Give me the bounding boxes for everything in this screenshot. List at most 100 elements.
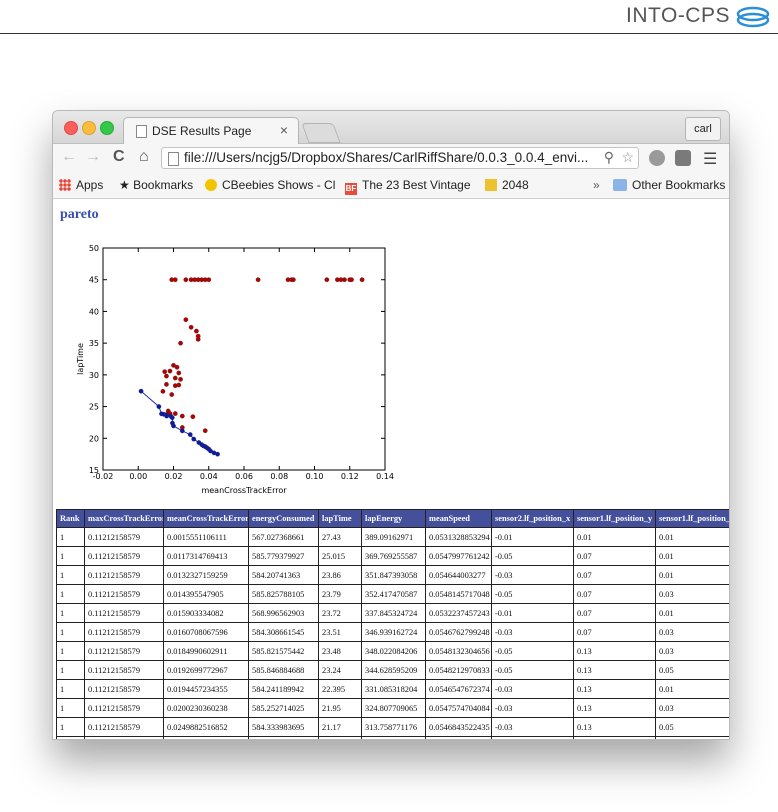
table-cell: 1 [56,584,85,604]
table-cell: 0.0533507999881 [425,736,492,739]
x-tick-label: -0.02 [93,472,114,481]
table-cell: -0.01 [491,527,574,547]
table-cell: 313.758771176 [361,717,426,737]
dominated-point [188,324,194,330]
url-text[interactable]: file:///Users/ncjg5/Dropbox/Shares/CarlR… [184,150,592,165]
minimize-window-button[interactable] [82,121,96,135]
tab-dse-results[interactable]: DSE Results Page × [123,117,299,144]
table-cell: 0.11212158579 [84,603,164,623]
column-header: meanCrossTrackError [163,509,249,528]
table-cell: 0.0531328853294 [425,527,492,547]
back-arrow-icon[interactable]: ← [61,148,77,166]
table-row: 1 0.11212158579 0.0200230360238 585.2527140… [56,698,729,718]
bookmarks-overflow-chevron[interactable]: » [593,178,600,192]
bookmark-vintage[interactable]: BF The 23 Best Vintage [345,178,471,195]
table-cell: -0.05 [491,584,574,604]
bookmark-other[interactable]: Other Bookmarks [613,178,725,192]
dominated-point [176,370,182,376]
table-row: 1 0.11212158579 0.0184990602911 585.8215754… [56,641,729,661]
bookmark-apps[interactable]: Apps [59,178,103,192]
extension-icon-2[interactable] [675,150,691,166]
table-cell: 584.20741363 [248,565,319,585]
table-cell: 0.11212158579 [84,717,164,737]
table-cell: -0.01 [491,603,574,623]
x-tick-label: 0.08 [270,472,288,481]
column-header: lapTime [318,509,362,528]
tab-title: DSE Results Page [152,124,252,138]
table-cell: 0.0192699772967 [163,660,249,680]
file-icon [168,152,179,166]
dominated-point [202,428,208,434]
y-tick-label: 45 [89,276,99,285]
dominated-point [176,382,182,388]
table-cell: 0.0547574704084 [425,698,492,718]
maximize-window-button[interactable] [100,121,114,135]
dominated-point [291,277,296,283]
bookmark-star-icon[interactable]: ☆ [621,149,634,166]
pareto-point [179,428,185,434]
table-cell: 0.0295467213909 [163,736,249,739]
table-cell: 0.13 [573,641,656,661]
zoom-magnifier-icon[interactable]: ⚲ [604,149,614,166]
table-cell: 0.01 [655,565,729,585]
table-cell: -0.03 [491,622,574,642]
table-cell: 0.0194457234355 [163,679,249,699]
page-content: pareto 15 20 25 30 35 40 45 50 -0.02 0.00 0.02 0.0… [53,199,729,739]
pareto-point [164,413,169,419]
dominated-point [194,328,199,334]
star-icon: ★ [119,178,134,192]
menu-hamburger-icon[interactable]: ☰ [703,149,717,169]
extension-icon[interactable] [649,150,665,166]
table-cell: 0.11212158579 [84,641,164,661]
table-row: 1 0.11212158579 0.015903334082 568.99656290… [56,603,729,623]
table-row: 1 0.11212158579 0.0194457234355 584.2411899… [56,679,729,699]
table-cell: 0.0547997761242 [425,546,492,566]
table-cell: 0.01 [655,603,729,623]
bookmark-cbeebies[interactable]: CBeebies Shows - Cl [205,178,335,192]
dominated-point [183,277,189,283]
table-cell: 1 [56,641,85,661]
home-icon[interactable]: ⌂ [139,148,149,166]
table-cell: 1 [56,698,85,718]
table-cell: 23.48 [318,641,362,661]
table-cell: 585.779379927 [248,546,319,566]
reload-icon[interactable]: C [113,148,125,166]
table-cell: 0.0548145717048 [425,584,492,604]
close-window-button[interactable] [64,121,78,135]
table-cell: 21.95 [318,698,362,718]
table-cell: 0.07 [573,565,656,585]
table-cell: 0.05 [655,736,729,739]
pareto-point [187,432,193,437]
table-cell: 0.11212158579 [84,565,164,585]
table-cell: 0.11212158579 [84,622,164,642]
dominated-point [172,277,178,283]
dominated-point [164,373,169,379]
bookmark-bookmarks[interactable]: ★ Bookmarks [119,178,193,192]
table-cell: -0.01 [491,736,574,739]
table-cell: 27.43 [318,527,362,547]
address-bar[interactable]: file:///Users/ncjg5/Dropbox/Shares/CarlR… [161,147,639,169]
dominated-point [195,336,201,342]
profile-button[interactable]: carl [685,117,721,141]
table-cell: 1 [56,622,85,642]
table-cell: 0.11212158579 [84,546,164,566]
table-cell: 0.11212158579 [84,736,164,739]
tab-close-icon[interactable]: × [280,122,288,138]
forward-arrow-icon[interactable]: → [85,148,101,166]
table-cell: 21.17 [318,717,362,737]
table-cell: 0.11212158579 [84,527,164,547]
table-cell: 352.417470587 [361,584,426,604]
table-cell: 331.085318204 [361,679,426,699]
column-header: maxCrossTrackError [84,509,164,528]
table-cell: 351.847393058 [361,565,426,585]
table-cell: 344.628595209 [361,660,426,680]
table-cell: 0.01 [655,679,729,699]
dominated-point [349,277,354,283]
table-cell: 0.0160708067596 [163,622,249,642]
new-tab-button[interactable] [301,123,341,143]
table-cell: 0.0546843522435 [425,717,492,737]
table-cell: -0.03 [491,698,574,718]
bookmark-2048[interactable]: 2048 [485,178,529,192]
table-cell: 0.01 [573,527,656,547]
dominated-point [342,277,347,283]
